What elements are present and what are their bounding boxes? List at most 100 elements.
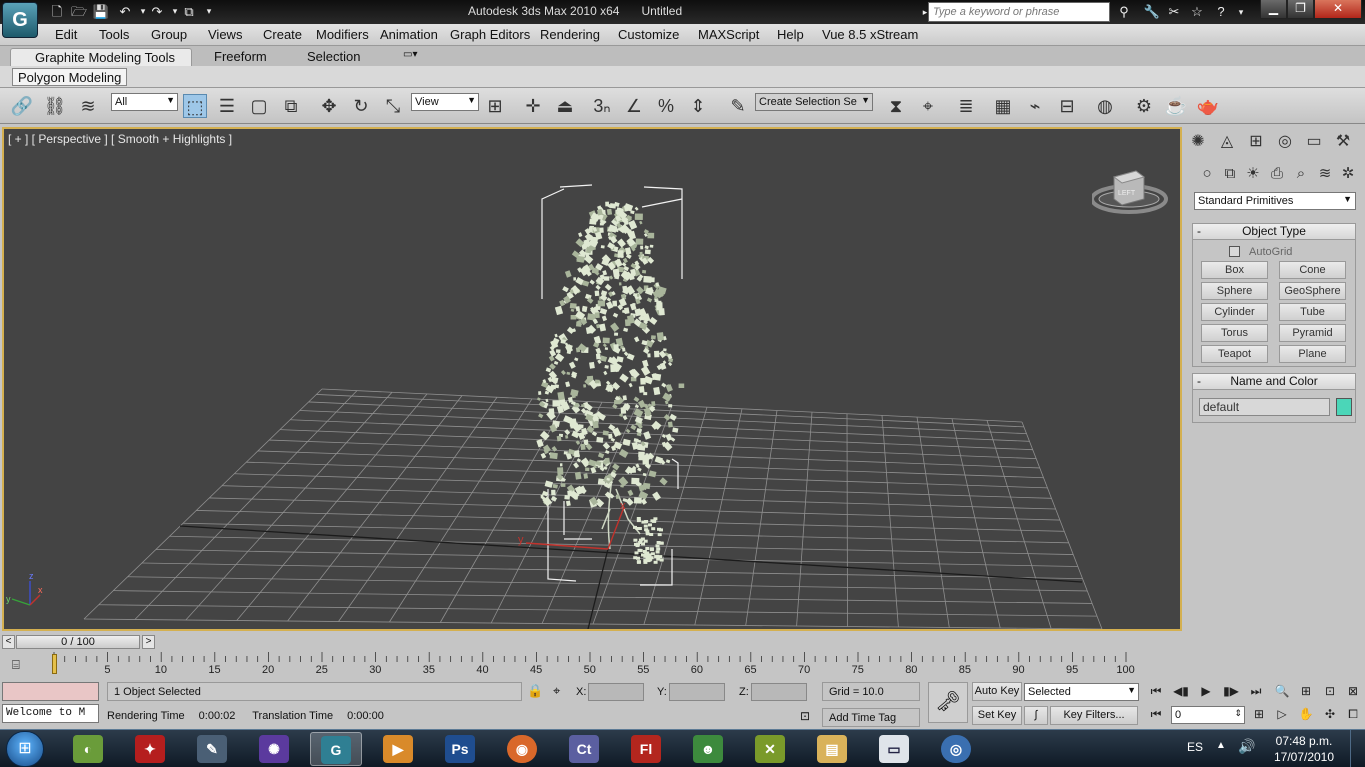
search-input[interactable]: Type a keyword or phrase: [928, 2, 1110, 22]
menu-group[interactable]: Group: [151, 27, 187, 42]
helpers-icon[interactable]: ⌕: [1290, 163, 1312, 185]
schematic-view-icon[interactable]: ⊟: [1055, 94, 1079, 118]
torus-button[interactable]: Torus: [1201, 324, 1268, 342]
previous-frame-arrow-icon[interactable]: <: [2, 635, 15, 649]
perspective-viewport[interactable]: y x z x y [ + ] [ Perspective ] [ Smooth…: [2, 127, 1182, 631]
menu-animation[interactable]: Animation: [380, 27, 438, 42]
save-icon[interactable]: 💾: [92, 3, 110, 20]
box-button[interactable]: Box: [1201, 261, 1268, 279]
lights-icon[interactable]: ☀: [1242, 163, 1264, 185]
hierarchy-tab-icon[interactable]: ⊞: [1244, 131, 1268, 153]
taskbar-app-firefox[interactable]: ◉: [496, 732, 548, 766]
menu-modifiers[interactable]: Modifiers: [316, 27, 369, 42]
bind-to-space-warp-icon[interactable]: ≋: [76, 94, 100, 118]
pan-view-icon[interactable]: ✋: [1295, 705, 1317, 723]
key-mode-select[interactable]: Selected ▼: [1024, 683, 1139, 701]
graphite-toggle-icon[interactable]: ▦: [991, 94, 1015, 118]
rectangular-selection-icon[interactable]: ▢: [247, 94, 271, 118]
favorites-icon[interactable]: ☆: [1187, 3, 1207, 21]
pivot-center-icon[interactable]: ⊞: [483, 94, 507, 118]
menu-graph-editors[interactable]: Graph Editors: [450, 27, 530, 42]
menu-help[interactable]: Help: [777, 27, 804, 42]
y-coordinate-field[interactable]: [669, 683, 725, 701]
taskbar-app-x[interactable]: ✕: [744, 732, 796, 766]
taskbar-app-window[interactable]: ▭: [868, 732, 920, 766]
material-editor-icon[interactable]: ◍: [1093, 94, 1117, 118]
ribbon-options-icon[interactable]: ▭▾: [395, 48, 425, 66]
select-and-move-icon[interactable]: ✥: [317, 94, 341, 118]
select-by-name-icon[interactable]: ☰: [215, 94, 239, 118]
geometry-icon[interactable]: ○: [1196, 163, 1218, 185]
tab-freeform[interactable]: Freeform: [206, 48, 275, 66]
start-button[interactable]: ⊞: [6, 731, 44, 767]
tab-polygon-modeling[interactable]: Polygon Modeling: [12, 68, 128, 86]
mirror-icon[interactable]: ⧗: [884, 94, 908, 118]
space-warps-icon[interactable]: ≋: [1314, 163, 1336, 185]
snaps-toggle-icon[interactable]: 3ₙ: [590, 94, 614, 118]
selection-lock-icon[interactable]: 🔒: [527, 683, 543, 699]
previous-frame-icon[interactable]: ◀▮: [1170, 682, 1192, 700]
taskbar-app-messenger[interactable]: ☻: [682, 732, 734, 766]
select-and-manipulate-icon[interactable]: ✛: [521, 94, 545, 118]
taskbar-app-brush[interactable]: ✎: [186, 732, 238, 766]
cone-button[interactable]: Cone: [1279, 261, 1346, 279]
spinner-snap-icon[interactable]: ⇕: [686, 94, 710, 118]
time-slider-thumb[interactable]: 0 / 100: [16, 635, 140, 649]
layer-manager-icon[interactable]: ≣: [954, 94, 978, 118]
display-tab-icon[interactable]: ▭: [1302, 131, 1326, 153]
maximize-viewport-icon[interactable]: ⧠: [1342, 705, 1364, 723]
taskbar-app-globe[interactable]: ◐: [62, 732, 114, 766]
taskbar-app-vue[interactable]: ✺: [248, 732, 300, 766]
taskbar-app-acrobat[interactable]: ✦: [124, 732, 176, 766]
zoom-extents-all-icon[interactable]: ⊠: [1342, 682, 1364, 700]
viewcube-icon[interactable]: LEFT: [1092, 163, 1172, 223]
absolute-mode-icon[interactable]: ⌖: [553, 683, 560, 699]
show-hidden-icons-icon[interactable]: ▲: [1216, 740, 1226, 751]
close-button[interactable]: ✕: [1314, 0, 1362, 19]
autogrid-checkbox[interactable]: AutoGrid: [1229, 246, 1292, 258]
quick-access-dropdown-icon[interactable]: ▾: [200, 3, 218, 20]
system-clock[interactable]: 07:48 p.m. 17/07/2010: [1268, 733, 1340, 765]
language-indicator[interactable]: ES: [1187, 740, 1203, 754]
menu-tools[interactable]: Tools: [99, 27, 129, 42]
object-category-select[interactable]: Standard Primitives ▼: [1194, 192, 1356, 210]
key-mode-toggle-icon[interactable]: ⏮: [1145, 705, 1167, 723]
taskbar-app-contribute[interactable]: Ct: [558, 732, 610, 766]
taskbar-app-3dsmax[interactable]: G: [310, 732, 362, 766]
name-and-color-header[interactable]: - Name and Color: [1193, 374, 1355, 390]
unlink-selection-icon[interactable]: ⛓: [43, 94, 67, 118]
timeline-ruler[interactable]: 5 10 15 20 25 30 35 40 45 50 55 60 65 70 75 80 85 90 95 100: [52, 652, 1182, 678]
set-key-button[interactable]: Set Key: [972, 706, 1022, 725]
create-tab-icon[interactable]: ✺: [1186, 131, 1210, 153]
volume-icon[interactable]: 🔊: [1238, 738, 1255, 755]
field-of-view-icon[interactable]: ▷: [1271, 705, 1293, 723]
maxscript-listener-input[interactable]: [2, 682, 99, 701]
play-icon[interactable]: ▶: [1195, 682, 1217, 700]
app-logo-icon[interactable]: G: [2, 2, 38, 38]
cylinder-button[interactable]: Cylinder: [1201, 303, 1268, 321]
teapot-button[interactable]: Teapot: [1201, 345, 1268, 363]
percent-snap-icon[interactable]: %: [654, 94, 678, 118]
z-coordinate-field[interactable]: [751, 683, 807, 701]
subscription-icon[interactable]: ✂: [1164, 3, 1184, 21]
select-and-link-icon[interactable]: 🔗: [10, 94, 34, 118]
go-to-end-icon[interactable]: ⏭: [1245, 682, 1267, 700]
set-key-icon[interactable]: 🗝: [928, 682, 968, 723]
menu-vue-xstream[interactable]: Vue 8.5 xStream: [822, 27, 918, 42]
current-frame-marker[interactable]: [52, 654, 57, 674]
angle-snap-icon[interactable]: ∠: [622, 94, 646, 118]
utilities-tab-icon[interactable]: ⚒: [1331, 131, 1355, 153]
new-file-icon[interactable]: 🗋: [48, 3, 66, 20]
auto-key-button[interactable]: Auto Key: [972, 682, 1022, 701]
named-selection-sets-select[interactable]: Create Selection Se ▼: [755, 93, 873, 111]
minimize-button[interactable]: ▁: [1260, 0, 1287, 19]
align-icon[interactable]: ⌖: [916, 94, 940, 118]
show-desktop-button[interactable]: [1350, 730, 1364, 767]
keyboard-shortcut-override-icon[interactable]: ⏏: [553, 94, 577, 118]
communication-center-icon[interactable]: 🔧: [1142, 3, 1162, 21]
window-crossing-icon[interactable]: ⧉: [279, 94, 303, 118]
binoculars-icon[interactable]: ⚲: [1114, 3, 1134, 21]
tab-graphite-modeling-tools[interactable]: Graphite Modeling Tools: [10, 48, 192, 66]
project-folder-icon[interactable]: ⧉: [180, 3, 198, 20]
mini-curve-editor-icon[interactable]: ⌸: [12, 657, 32, 673]
